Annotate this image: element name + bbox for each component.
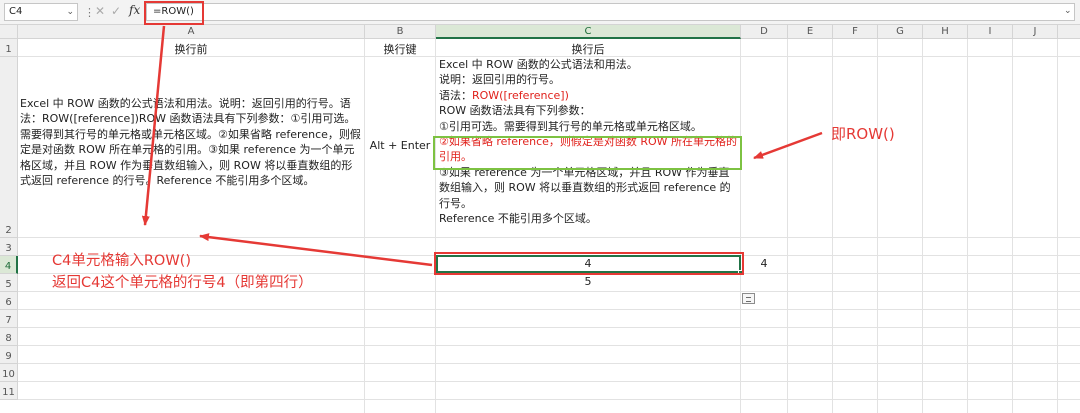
name-box-value: C4 <box>9 6 23 17</box>
cell-a1[interactable]: 换行前 <box>18 41 364 57</box>
cell-b2[interactable]: Alt + Enter <box>365 139 435 152</box>
cell-c5[interactable]: 5 <box>436 275 740 288</box>
check-icon[interactable]: ✓ <box>111 4 121 18</box>
grid-line <box>18 237 1080 238</box>
grid-line <box>877 39 878 413</box>
c2-line-5: ①引用可选。需要得到其行号的单元格或单元格区域。 <box>439 119 702 133</box>
formula-highlight-box <box>144 1 204 25</box>
col-header-f[interactable]: F <box>833 25 878 39</box>
c2-line-2: 说明：返回引用的行号。 <box>439 73 560 87</box>
cell-a2[interactable]: Excel 中 ROW 函数的公式语法和用法。说明：返回引用的行号。语法：ROW… <box>20 96 362 188</box>
col-header-b[interactable]: B <box>365 25 436 39</box>
c2-syntax-value: ROW([reference]) <box>472 88 569 102</box>
chevron-down-icon[interactable]: ⌄ <box>66 4 74 20</box>
col-header-c[interactable]: C <box>436 25 741 39</box>
grid-line <box>364 39 365 413</box>
quick-analysis-icon[interactable] <box>742 293 755 304</box>
grid-line <box>18 399 1080 400</box>
c2-line-3: 语法：ROW([reference]) <box>439 88 739 103</box>
close-icon[interactable]: ✕ <box>95 4 105 18</box>
c2-line-8: Reference 不能引用多个区域。 <box>439 212 597 226</box>
name-box[interactable]: C4 ⌄ <box>4 3 78 21</box>
annotation-line-1: C4单元格输入ROW() <box>52 253 191 269</box>
row-header-4[interactable]: 4 <box>0 256 18 274</box>
row-header-6[interactable]: 6 <box>0 292 18 310</box>
col-header-e[interactable]: E <box>788 25 833 39</box>
annotation-row-label: 即ROW() <box>831 125 895 143</box>
col-header-a[interactable]: A <box>18 25 365 39</box>
row-header-11[interactable]: 11 <box>0 382 18 400</box>
expand-formula-icon[interactable]: ⌄ <box>1064 6 1072 16</box>
grid-line <box>18 363 1080 364</box>
grid-line <box>787 39 788 413</box>
grid-line <box>18 345 1080 346</box>
cell-c1[interactable]: 换行后 <box>436 41 740 57</box>
grid-line <box>1057 39 1058 413</box>
annotation-c4-explanation: C4单元格输入ROW() 返回C4这个单元格的行号4（即第四行） <box>52 250 313 294</box>
row-header-2[interactable]: 2 <box>0 57 18 238</box>
row-header-8[interactable]: 8 <box>0 328 18 346</box>
grid-line <box>832 39 833 413</box>
c2-highlight-box <box>433 136 742 170</box>
grid-line <box>740 39 741 413</box>
row-header-7[interactable]: 7 <box>0 310 18 328</box>
c2-line-7: ③如果 reference 为一个单元格区域，并且 ROW 作为垂直数组输入，则… <box>439 165 731 210</box>
row-header-9[interactable]: 9 <box>0 346 18 364</box>
row-header-10[interactable]: 10 <box>0 364 18 382</box>
cell-b1[interactable]: 换行键 <box>365 41 435 57</box>
grid-line <box>967 39 968 413</box>
arrow-right-to-green <box>753 131 823 160</box>
col-header-i[interactable]: I <box>968 25 1013 39</box>
cell-d4[interactable]: 4 <box>741 257 787 270</box>
col-header-h[interactable]: H <box>923 25 968 39</box>
c2-line-4: ROW 函数语法具有下列参数： <box>439 104 591 118</box>
fx-icon[interactable]: fx <box>129 3 140 17</box>
annotation-line-2: 返回C4这个单元格的行号4（即第四行） <box>52 275 313 291</box>
grid-line <box>922 39 923 413</box>
col-header-k[interactable] <box>1058 25 1080 39</box>
select-all-corner[interactable] <box>0 25 18 39</box>
row-header-5[interactable]: 5 <box>0 274 18 292</box>
c2-syntax-label: 语法： <box>439 88 472 102</box>
c4-highlight-box <box>434 252 744 275</box>
grid-line <box>18 309 1080 310</box>
grid-line <box>1012 39 1013 413</box>
grid-line <box>18 327 1080 328</box>
col-header-d[interactable]: D <box>741 25 788 39</box>
formula-input[interactable]: =ROW() <box>146 3 1075 21</box>
row-header-3[interactable]: 3 <box>0 238 18 256</box>
c2-line-1: Excel 中 ROW 函数的公式语法和用法。 <box>439 58 638 71</box>
grid-line <box>435 39 436 413</box>
more-icon: ⋮ <box>84 6 95 19</box>
grid-line <box>18 381 1080 382</box>
col-header-j[interactable]: J <box>1013 25 1058 39</box>
col-header-g[interactable]: G <box>878 25 923 39</box>
row-header-1[interactable]: 1 <box>0 39 18 57</box>
